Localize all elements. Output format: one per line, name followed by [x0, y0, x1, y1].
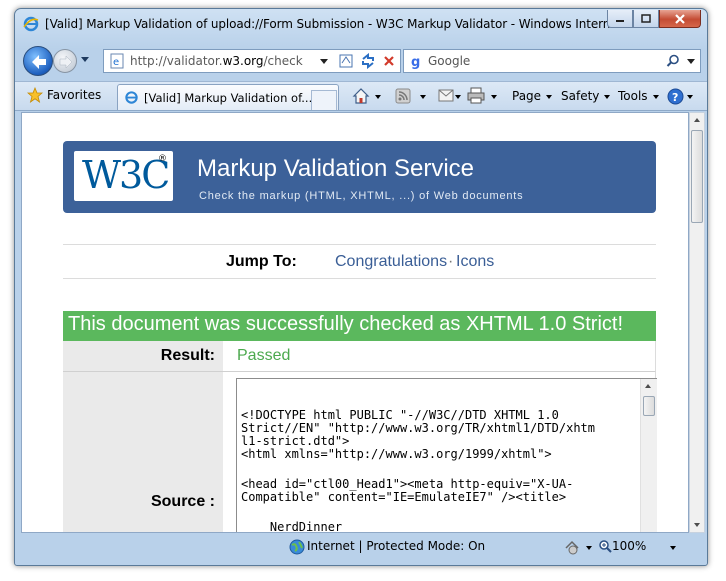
favorites-star-icon	[27, 87, 43, 103]
forward-arrow-icon	[59, 55, 73, 69]
page-viewport: W3C ® Markup Validation Service Check th…	[21, 112, 689, 533]
zoom-level[interactable]: 100%	[612, 539, 646, 553]
address-field[interactable]: e http://validator.w3.org/check	[103, 49, 401, 73]
address-toolbar: e http://validator.w3.org/check g Google	[15, 43, 707, 79]
security-status-icon[interactable]	[564, 540, 582, 555]
back-arrow-icon	[32, 55, 46, 69]
source-line: Compatible" content="IE=EmulateIE7" /><t…	[241, 490, 567, 504]
forward-button[interactable]	[53, 49, 77, 73]
close-button[interactable]	[659, 10, 701, 28]
jump-to-label: Jump To:	[226, 253, 297, 270]
safety-menu[interactable]: Safety	[561, 89, 611, 103]
w3c-logo[interactable]: W3C ®	[74, 151, 173, 201]
source-scroll-thumb[interactable]	[643, 396, 655, 416]
jump-link-congratulations[interactable]: Congratulations	[335, 253, 447, 271]
zoom-icon[interactable]	[599, 540, 612, 553]
source-label-cell: Source :	[63, 372, 223, 532]
refresh-icon[interactable]	[360, 53, 376, 69]
url-text[interactable]: http://validator.w3.org/check	[130, 54, 303, 68]
search-placeholder: Google	[428, 54, 471, 68]
help-dropdown-icon[interactable]	[687, 95, 693, 99]
search-field[interactable]: g Google	[403, 49, 701, 73]
source-textarea[interactable]: <!DOCTYPE html PUBLIC "-//W3C//DTD XHTML…	[236, 378, 657, 533]
address-dropdown-icon[interactable]	[320, 59, 328, 65]
jump-link-icons[interactable]: Icons	[456, 253, 494, 271]
close-icon	[675, 13, 685, 24]
svg-text:e: e	[113, 57, 119, 68]
tab-validator[interactable]: [Valid] Markup Validation of...	[117, 84, 339, 110]
success-message: This document was successfully checked a…	[63, 311, 656, 341]
zone-status: Internet | Protected Mode: On	[307, 539, 486, 553]
maximize-button[interactable]	[633, 10, 659, 28]
feeds-icon[interactable]	[395, 88, 411, 104]
page-scrollbar[interactable]	[689, 112, 705, 533]
svg-text:g: g	[411, 55, 420, 69]
help-icon[interactable]: ?	[667, 88, 684, 105]
search-options-icon[interactable]	[687, 59, 695, 65]
window-title: [Valid] Markup Validation of upload://Fo…	[45, 17, 645, 31]
page-icon: e	[110, 53, 124, 69]
favorites-button[interactable]: Favorites	[27, 87, 101, 103]
banner-subtitle: Check the markup (HTML, XHTML, ...) of W…	[199, 190, 524, 202]
status-bar: Internet | Protected Mode: On 100%	[15, 535, 707, 565]
source-scroll-up-icon[interactable]	[645, 384, 651, 388]
tab-ie-icon	[125, 91, 138, 104]
source-line: <html xmlns="http://www.w3.org/1999/xhtm…	[241, 447, 552, 461]
tab-label: [Valid] Markup Validation of...	[144, 91, 313, 105]
home-dropdown-icon[interactable]	[375, 95, 381, 99]
page-menu[interactable]: Page	[512, 89, 553, 103]
security-dropdown-icon[interactable]	[586, 546, 592, 550]
result-value-cell: Passed	[223, 341, 656, 372]
google-icon: g	[409, 53, 425, 69]
favorites-label: Favorites	[47, 88, 102, 102]
jump-to-row: Jump To: Congratulations · Icons	[63, 244, 656, 279]
minimize-button[interactable]	[607, 10, 633, 28]
home-icon[interactable]	[352, 87, 370, 105]
feeds-dropdown-icon[interactable]	[420, 95, 426, 99]
w3c-logo-text: W3C	[82, 153, 170, 197]
result-label: Result:	[160, 347, 215, 364]
source-line: NerdDinner	[241, 520, 343, 533]
source-label: Source :	[150, 493, 215, 510]
stop-icon[interactable]	[382, 54, 396, 68]
recent-pages-dropdown[interactable]	[81, 57, 89, 62]
new-tab-button[interactable]	[311, 90, 337, 110]
browser-window: [Valid] Markup Validation of upload://Fo…	[14, 8, 708, 566]
title-bar: [Valid] Markup Validation of upload://Fo…	[15, 9, 707, 37]
tools-menu[interactable]: Tools	[618, 89, 659, 103]
scroll-up-icon[interactable]	[694, 118, 700, 122]
back-button[interactable]	[23, 46, 53, 76]
registered-mark: ®	[158, 154, 167, 164]
minimize-icon	[616, 19, 624, 22]
validator-banner: W3C ® Markup Validation Service Check th…	[63, 141, 656, 213]
favorites-bar: Favorites [Valid] Markup Validation of..…	[15, 81, 707, 111]
mail-icon[interactable]	[438, 89, 454, 102]
ie-logo-icon	[23, 16, 39, 32]
svg-text:?: ?	[672, 91, 678, 104]
compatibility-view-icon[interactable]	[338, 53, 354, 69]
scroll-thumb[interactable]	[691, 130, 703, 223]
mail-dropdown-icon[interactable]	[455, 95, 461, 99]
scroll-down-icon[interactable]	[694, 523, 700, 527]
result-label-cell: Result:	[63, 341, 223, 372]
banner-title: Markup Validation Service	[197, 155, 475, 182]
maximize-icon	[641, 14, 651, 23]
zoom-dropdown-icon[interactable]	[670, 546, 676, 550]
result-value: Passed	[237, 347, 291, 364]
print-icon[interactable]	[467, 87, 485, 104]
search-icon[interactable]	[666, 54, 680, 68]
jump-separator: ·	[448, 253, 454, 270]
source-scrollbar[interactable]	[640, 379, 657, 532]
internet-globe-icon	[289, 539, 305, 555]
print-dropdown-icon[interactable]	[491, 95, 497, 99]
